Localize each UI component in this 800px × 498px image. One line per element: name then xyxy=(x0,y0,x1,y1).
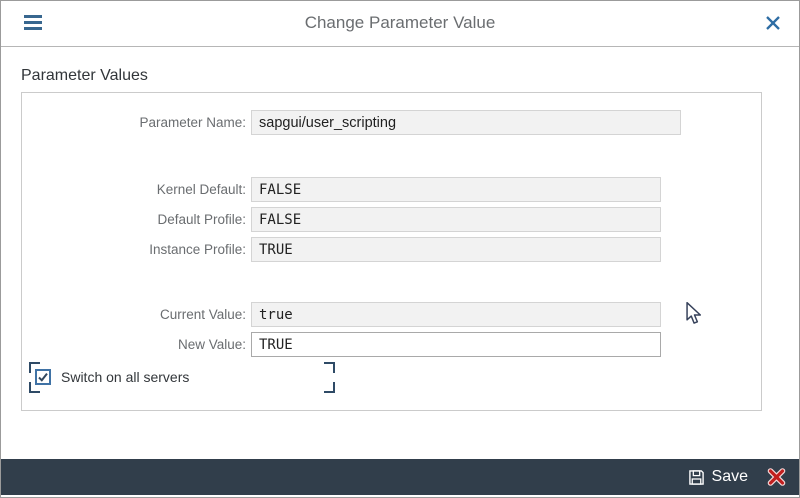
checkbox-box[interactable] xyxy=(35,369,51,385)
new-value-input[interactable] xyxy=(251,332,661,357)
default-profile-label: Default Profile: xyxy=(41,207,246,232)
change-parameter-dialog: Change Parameter Value Parameter Values … xyxy=(0,0,800,498)
dialog-title: Change Parameter Value xyxy=(81,1,719,45)
save-floppy-icon xyxy=(688,469,705,486)
section-heading: Parameter Values xyxy=(21,67,148,85)
save-button[interactable]: Save xyxy=(688,468,748,486)
switch-checkbox[interactable]: Switch on all servers xyxy=(35,367,189,387)
field-row-default-profile: Default Profile: xyxy=(1,207,799,232)
kernel-default-label: Kernel Default: xyxy=(41,177,246,202)
current-value-input xyxy=(251,302,661,327)
field-row-parameter-name: Parameter Name: xyxy=(1,110,799,135)
save-button-label: Save xyxy=(712,468,748,486)
field-row-instance-profile: Instance Profile: xyxy=(1,237,799,262)
checkbox-label: Switch on all servers xyxy=(61,367,189,387)
field-row-new-value: New Value: xyxy=(1,332,799,357)
dialog-titlebar: Change Parameter Value xyxy=(1,1,799,47)
checkmark-icon xyxy=(37,371,49,383)
kernel-default-input xyxy=(251,177,661,202)
parameter-name-input xyxy=(251,110,681,135)
current-value-label: Current Value: xyxy=(41,302,246,327)
close-icon[interactable] xyxy=(762,12,784,34)
instance-profile-input xyxy=(251,237,661,262)
new-value-label: New Value: xyxy=(41,332,246,357)
cancel-button[interactable] xyxy=(766,467,787,487)
parameter-name-label: Parameter Name: xyxy=(41,110,246,135)
dialog-footer: Save xyxy=(1,459,799,495)
default-profile-input xyxy=(251,207,661,232)
instance-profile-label: Instance Profile: xyxy=(41,237,246,262)
field-row-kernel-default: Kernel Default: xyxy=(1,177,799,202)
field-row-current-value: Current Value: xyxy=(1,302,799,327)
hamburger-menu-icon[interactable] xyxy=(24,15,42,31)
cancel-x-icon xyxy=(766,467,787,487)
